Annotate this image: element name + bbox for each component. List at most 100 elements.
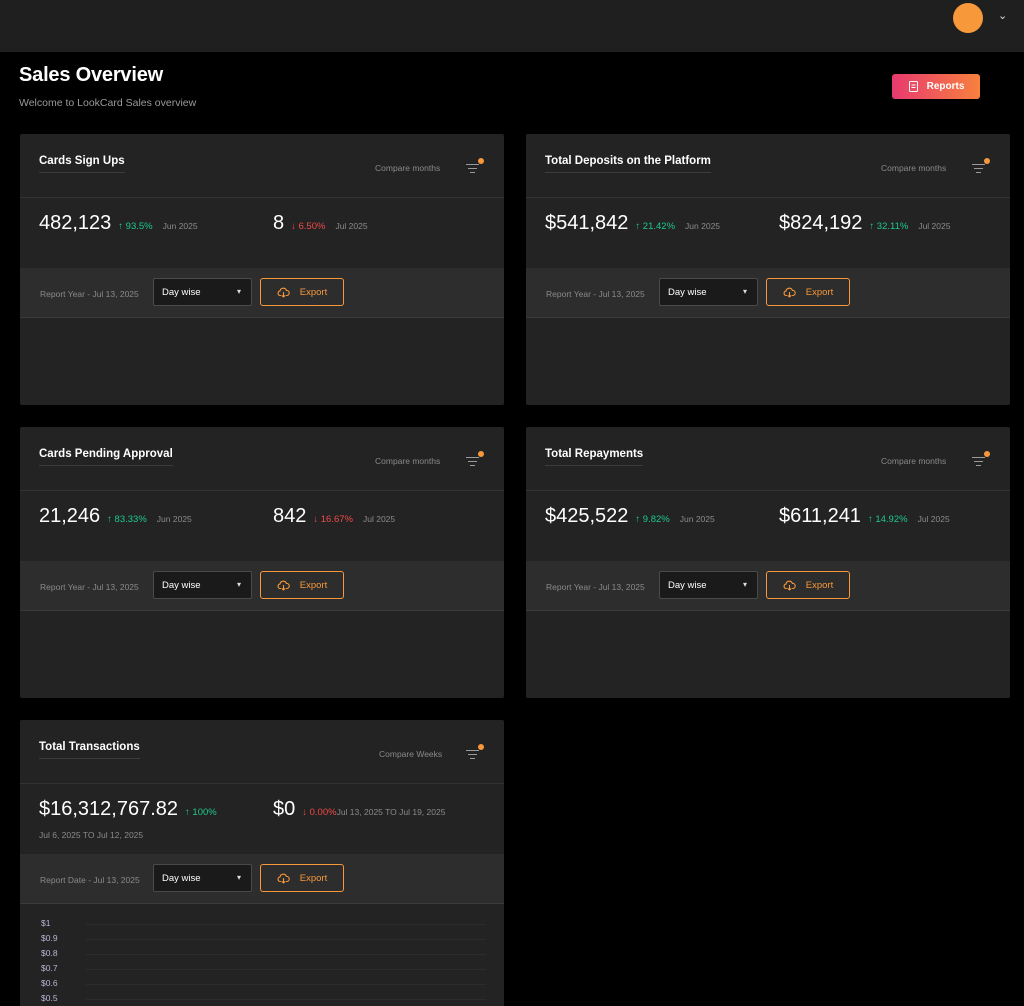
cloud-download-icon xyxy=(277,580,290,591)
grid-line xyxy=(86,999,486,1000)
period-select[interactable]: Day wise ▾ xyxy=(659,278,758,306)
primary-stat: $425,522 ↑ 9.82% Jun 2025 xyxy=(545,505,715,528)
card-header: Total Deposits on the Platform Compare mo… xyxy=(526,134,1010,198)
card-header: Total Repayments Compare months xyxy=(526,427,1010,491)
secondary-change: ↑ 14.92% xyxy=(867,514,908,525)
period-select[interactable]: Day wise ▾ xyxy=(153,571,252,599)
card-title: Cards Sign Ups xyxy=(39,155,125,173)
primary-change: ↑ 21.42% xyxy=(635,221,676,232)
report-icon xyxy=(908,81,918,92)
card-title: Total Deposits on the Platform xyxy=(545,155,711,173)
chevron-down-icon: ▾ xyxy=(742,580,747,589)
card-header: Cards Pending Approval Compare months xyxy=(20,427,504,491)
secondary-period: Jul 2025 xyxy=(918,221,951,231)
secondary-stat: $824,192 ↑ 32.11% Jul 2025 xyxy=(779,212,950,235)
export-button[interactable]: Export xyxy=(260,864,344,892)
compare-label[interactable]: Compare Weeks xyxy=(379,749,442,759)
primary-value: $16,312,767.82 xyxy=(39,798,179,820)
secondary-stat: $0 ↓ 0.00% Jul 13, 2025 TO Jul 19, 2025 xyxy=(273,798,445,821)
period-select[interactable]: Day wise ▾ xyxy=(153,278,252,306)
chevron-down-icon: ▾ xyxy=(236,873,241,882)
controls-row: Report Year - Jul 13, 2025 Day wise ▾ Expor… xyxy=(526,561,1010,611)
primary-period: Jun 2025 xyxy=(162,221,198,231)
y-tick-label: $0.5 xyxy=(41,993,58,1003)
compare-label[interactable]: Compare months xyxy=(881,456,946,466)
y-tick-label: $0.7 xyxy=(41,963,58,973)
primary-period: Jun 2025 xyxy=(685,221,721,231)
grid-line xyxy=(86,924,486,925)
filter-icon[interactable] xyxy=(466,451,484,469)
chevron-down-icon[interactable]: ⌄ xyxy=(998,9,1007,22)
stats-row: $541,842 ↑ 21.42% Jun 2025 $824,192 ↑ 32.11%… xyxy=(526,198,1010,268)
compare-label[interactable]: Compare months xyxy=(375,456,440,466)
secondary-change: ↓ 6.50% xyxy=(291,221,326,232)
period-select[interactable]: Day wise ▾ xyxy=(659,571,758,599)
report-date-label: Report Year - Jul 13, 2025 xyxy=(40,582,139,592)
stat-card: Cards Sign Ups Compare months 482,123 ↑ 93.… xyxy=(20,134,504,405)
secondary-change: ↓ 16.67% xyxy=(313,514,353,525)
primary-stat: $541,842 ↑ 21.42% Jun 2025 xyxy=(545,212,720,235)
filter-icon[interactable] xyxy=(466,744,484,762)
primary-period: Jun 2025 xyxy=(679,514,715,524)
secondary-period: Jul 2025 xyxy=(917,514,950,524)
primary-stat: $16,312,767.82 ↑ 100% xyxy=(39,798,227,821)
card-header: Total Transactions Compare Weeks xyxy=(20,720,504,784)
top-bar: ⌄ xyxy=(0,0,1024,52)
primary-change: ↑ 93.5% xyxy=(118,221,153,232)
period-select-value: Day wise xyxy=(162,287,201,298)
export-button[interactable]: Export xyxy=(260,571,344,599)
secondary-value: $611,241 xyxy=(779,505,861,527)
primary-range: Jul 6, 2025 TO Jul 12, 2025 xyxy=(39,830,144,840)
y-tick-label: $0.8 xyxy=(41,948,58,958)
primary-value: $425,522 xyxy=(545,505,629,527)
export-button[interactable]: Export xyxy=(766,278,850,306)
secondary-stat: $611,241 ↑ 14.92% Jul 2025 xyxy=(779,505,950,528)
primary-change: ↑ 9.82% xyxy=(635,514,670,525)
primary-change: ↑ 100% xyxy=(185,807,217,818)
primary-period: Jun 2025 xyxy=(156,514,192,524)
export-button[interactable]: Export xyxy=(260,278,344,306)
secondary-period: Jul 2025 xyxy=(363,514,396,524)
y-tick-label: $0.6 xyxy=(41,978,58,988)
secondary-stat: 842 ↓ 16.67% Jul 2025 xyxy=(273,505,395,528)
stats-row: 21,246 ↑ 83.33% Jun 2025 842 ↓ 16.67% Jul 202… xyxy=(20,491,504,561)
primary-value: 482,123 xyxy=(39,212,112,234)
filter-icon[interactable] xyxy=(972,451,990,469)
secondary-change: ↑ 32.11% xyxy=(869,221,909,232)
card-title: Total Repayments xyxy=(545,448,644,466)
cloud-download-icon xyxy=(277,287,290,298)
page-subtitle: Welcome to LookCard Sales overview xyxy=(19,97,197,109)
avatar[interactable] xyxy=(953,3,983,33)
export-button-label: Export xyxy=(299,286,328,298)
secondary-value: 8 xyxy=(273,212,285,234)
y-tick-label: $0.9 xyxy=(41,933,58,943)
report-date-label: Report Year - Jul 13, 2025 xyxy=(40,289,139,299)
chevron-down-icon: ▾ xyxy=(742,287,747,296)
filter-icon[interactable] xyxy=(972,158,990,176)
chevron-down-icon: ▾ xyxy=(236,580,241,589)
reports-button[interactable]: Reports xyxy=(892,74,980,99)
stat-card: Total Deposits on the Platform Compare mo… xyxy=(526,134,1010,405)
export-button[interactable]: Export xyxy=(766,571,850,599)
page-title: Sales Overview xyxy=(19,64,163,86)
primary-stat: 21,246 ↑ 83.33% Jun 2025 xyxy=(39,505,192,528)
secondary-period: Jul 13, 2025 TO Jul 19, 2025 xyxy=(336,807,446,817)
period-select[interactable]: Day wise ▾ xyxy=(153,864,252,892)
export-button-label: Export xyxy=(299,579,328,591)
stat-card: Cards Pending Approval Compare months 21,2… xyxy=(20,427,504,698)
primary-stat: 482,123 ↑ 93.5% Jun 2025 xyxy=(39,212,198,235)
compare-label[interactable]: Compare months xyxy=(881,163,946,173)
grid-line xyxy=(86,954,486,955)
secondary-period: Jul 2025 xyxy=(335,221,368,231)
report-date-label: Report Year - Jul 13, 2025 xyxy=(546,289,645,299)
export-button-label: Export xyxy=(299,872,328,884)
primary-change: ↑ 83.33% xyxy=(107,514,147,525)
export-button-label: Export xyxy=(805,286,834,298)
cloud-download-icon xyxy=(783,287,796,298)
period-select-value: Day wise xyxy=(668,580,707,591)
secondary-change: ↓ 0.00% xyxy=(302,807,337,818)
secondary-value: $824,192 xyxy=(779,212,863,234)
filter-icon[interactable] xyxy=(466,158,484,176)
compare-label[interactable]: Compare months xyxy=(375,163,440,173)
reports-button-label: Reports xyxy=(926,81,965,92)
